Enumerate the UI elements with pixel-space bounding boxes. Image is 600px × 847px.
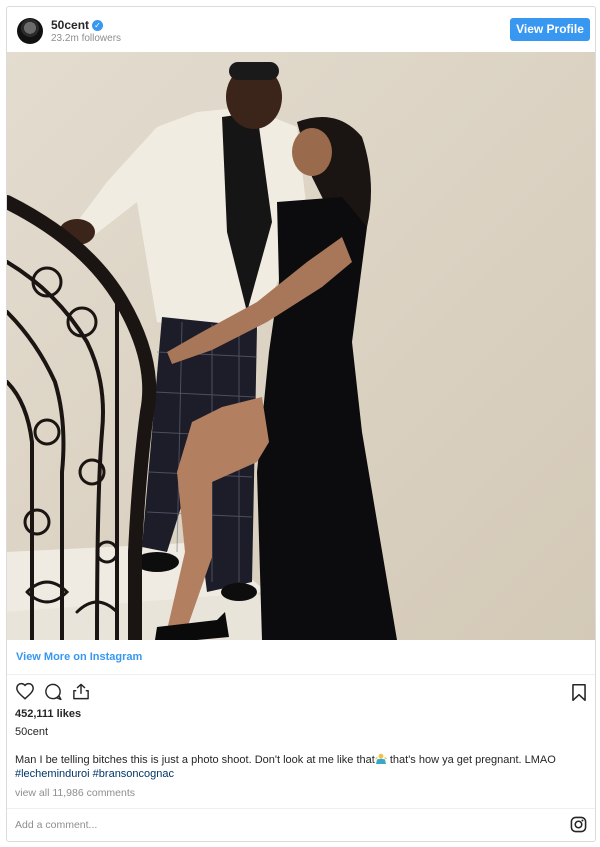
view-profile-button[interactable]: View Profile — [510, 18, 590, 41]
avatar[interactable] — [17, 18, 43, 44]
share-icon[interactable] — [71, 682, 91, 701]
post-caption: Man I be telling bitches this is just a … — [15, 753, 585, 781]
username-row[interactable]: 50cent ✓ — [51, 18, 104, 32]
person-shrugging-emoji-icon — [374, 753, 387, 764]
view-comments-link[interactable]: view all 11,986 comments — [15, 787, 135, 799]
hashtag-link[interactable]: #lecheminduroi — [15, 768, 90, 780]
view-more-link[interactable]: View More on Instagram — [16, 651, 142, 663]
comment-icon[interactable] — [43, 682, 63, 701]
bookmark-icon[interactable] — [571, 683, 587, 702]
divider — [7, 674, 595, 675]
heart-icon[interactable] — [15, 682, 35, 700]
post-header: 50cent ✓ 23.2m followers View Profile — [7, 7, 595, 52]
photo-illustration — [7, 52, 595, 640]
caption-text-after: that's how ya get pregnant. LMAO — [386, 754, 556, 766]
hashtag-link[interactable]: #bransoncognac — [93, 768, 174, 780]
caption-text: Man I be telling bitches this is just a … — [15, 754, 375, 766]
instagram-embed: 50cent ✓ 23.2m followers View Profile Vi… — [6, 6, 596, 842]
post-author[interactable]: 50cent — [15, 726, 48, 738]
likes-count[interactable]: 452,111 likes — [15, 708, 81, 720]
divider — [7, 808, 595, 809]
followers-count: 23.2m followers — [51, 33, 122, 44]
verified-badge-icon: ✓ — [92, 20, 104, 31]
post-photo[interactable] — [7, 52, 595, 640]
username[interactable]: 50cent — [51, 18, 89, 32]
add-comment-input[interactable]: Add a comment... — [15, 819, 97, 831]
instagram-logo-icon[interactable] — [570, 816, 587, 833]
